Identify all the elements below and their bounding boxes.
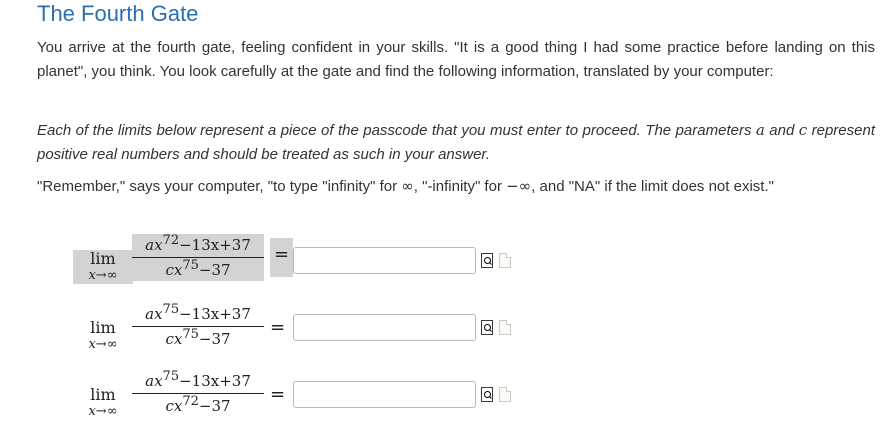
answer-input-1[interactable] xyxy=(293,247,476,274)
lim-subscript: x→∞ xyxy=(88,404,118,419)
denominator: cx72−37 xyxy=(165,394,231,415)
lim-subscript: x→∞ xyxy=(88,337,118,352)
instructions-part2: and xyxy=(764,122,799,139)
limit-problem-1: lim x→∞ ax72−13x+37 cx75−37 = xyxy=(0,232,889,292)
lim-label: lim xyxy=(90,249,116,268)
denominator: cx75−37 xyxy=(165,258,231,279)
infinity-symbol: ∞ xyxy=(401,177,414,195)
numerator: ax72−13x+37 xyxy=(145,233,251,254)
equals-sign: = xyxy=(270,384,286,405)
numerator: ax75−13x+37 xyxy=(145,369,251,390)
denominator: cx75−37 xyxy=(165,327,231,348)
limit-fraction: ax72−13x+37 cx75−37 xyxy=(132,234,264,281)
preview-icon[interactable] xyxy=(481,320,493,335)
limit-operator: lim x→∞ xyxy=(73,319,133,353)
limit-fraction: ax75−13x+37 cx75−37 xyxy=(132,303,264,350)
help-icon[interactable] xyxy=(499,387,511,402)
reminder-part2: , "-infinity" for xyxy=(413,178,507,195)
limit-problem-2: lim x→∞ ax75−13x+37 cx75−37 = xyxy=(0,303,889,363)
preview-icon[interactable] xyxy=(481,387,493,402)
limit-fraction: ax75−13x+37 cx72−37 xyxy=(132,370,264,417)
limit-problem-3: lim x→∞ ax75−13x+37 cx72−37 = xyxy=(0,368,889,428)
page-title: The Fourth Gate xyxy=(37,1,199,26)
param-c: c xyxy=(798,121,808,139)
answer-input-2[interactable] xyxy=(293,314,476,341)
reminder-part3: , and "NA" if the limit does not exist." xyxy=(531,178,774,195)
preview-icon[interactable] xyxy=(481,253,493,268)
lim-label: lim xyxy=(90,318,116,337)
limit-operator: lim x→∞ xyxy=(73,386,133,420)
lim-subscript: x→∞ xyxy=(88,268,118,283)
numerator: ax75−13x+37 xyxy=(145,302,251,323)
intro-text: You arrive at the fourth gate, feeling c… xyxy=(37,39,875,80)
param-a: a xyxy=(755,121,765,139)
neg-infinity-symbol: −∞ xyxy=(506,177,532,195)
reminder-part1: "Remember," says your computer, "to type… xyxy=(37,178,402,195)
equals-sign: = xyxy=(270,238,294,277)
help-icon[interactable] xyxy=(499,320,511,335)
equals-sign: = xyxy=(270,317,286,338)
instructions-part1: Each of the limits below represent a pie… xyxy=(37,122,756,139)
reminder-text: "Remember," says your computer, "to type… xyxy=(37,174,875,199)
help-icon[interactable] xyxy=(499,253,511,268)
instructions-text: Each of the limits below represent a pie… xyxy=(37,118,875,167)
lim-label: lim xyxy=(90,385,116,404)
answer-input-3[interactable] xyxy=(293,381,476,408)
limit-operator: lim x→∞ xyxy=(73,250,133,284)
